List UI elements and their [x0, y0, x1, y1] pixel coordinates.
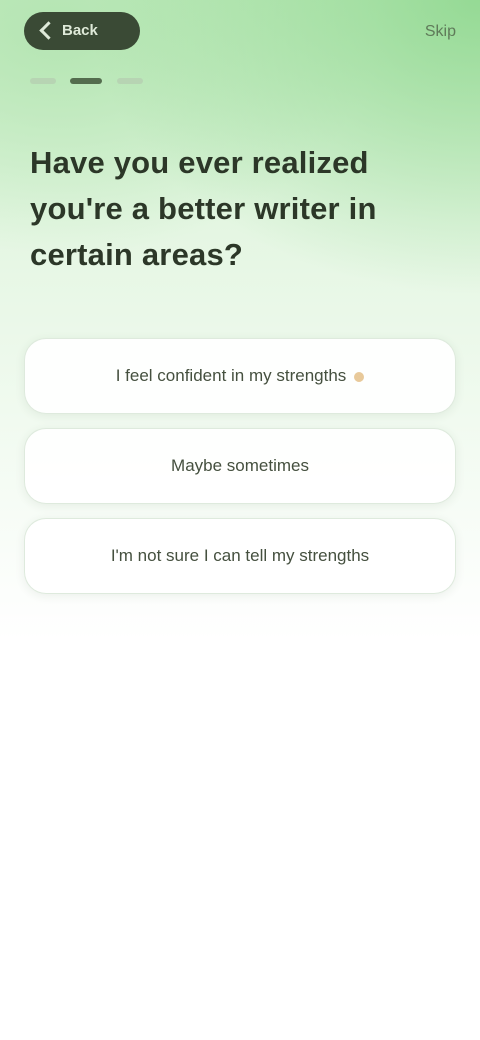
progress-dot-current — [70, 77, 103, 84]
option-label: I'm not sure I can tell my strengths — [110, 546, 370, 565]
onboarding-question-screen: Back Skip Have you ever realized you're … — [0, 0, 480, 1040]
sparkle-icon — [354, 371, 365, 382]
top-bar: Back Skip — [24, 12, 456, 52]
option-label: I feel confident in my strengths — [115, 366, 347, 385]
option-confident[interactable]: I feel confident in my strengths — [24, 338, 456, 414]
answer-options: I feel confident in my strengths Maybe s… — [24, 338, 456, 608]
back-button[interactable]: Back — [24, 12, 140, 50]
progress-indicator — [30, 72, 230, 92]
option-not-sure[interactable]: I'm not sure I can tell my strengths — [24, 518, 456, 594]
progress-dot — [30, 77, 56, 84]
back-button-label: Back — [62, 22, 98, 39]
question-title: Have you ever realized you're a better w… — [30, 145, 377, 272]
option-maybe[interactable]: Maybe sometimes — [24, 428, 456, 504]
option-label: Maybe sometimes — [171, 456, 309, 475]
chevron-left-icon — [39, 21, 58, 40]
progress-dot — [116, 77, 143, 84]
skip-link[interactable]: Skip — [364, 20, 456, 44]
